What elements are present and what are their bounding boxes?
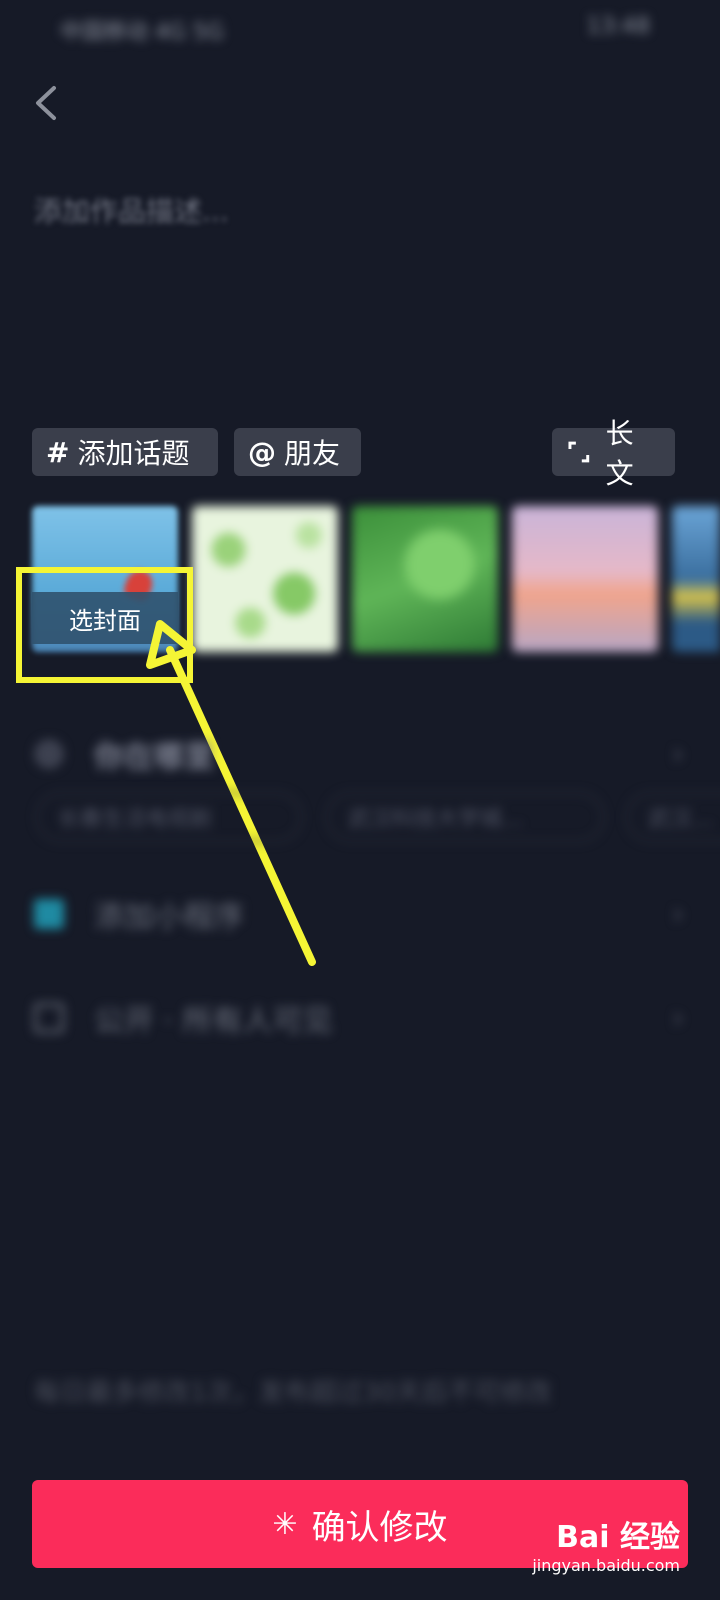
long-text-button[interactable]: 长文 <box>552 417 675 490</box>
media-thumbnail[interactable] <box>352 506 498 652</box>
mini-program-row[interactable]: 添加小程序 › <box>34 884 694 944</box>
baidu-watermark: Bai 经验 jingyan.baidu.com <box>532 1512 680 1575</box>
chevron-right-icon: › <box>672 736 684 772</box>
sparkle-icon: ✳ <box>272 1506 298 1542</box>
mini-program-icon <box>34 899 64 929</box>
watermark-logo: Bai 经验 <box>556 1520 680 1555</box>
privacy-row[interactable]: 公开 · 所有人可见 › <box>34 988 694 1048</box>
edit-limit-note: 每日最多修改1次，发布超过30天后不可修改 <box>34 1378 552 1408</box>
status-time: 13:48 <box>586 14 650 39</box>
media-thumbnail[interactable] <box>512 506 658 652</box>
confirm-edit-label: 确认修改 <box>311 1507 448 1548</box>
location-tag[interactable]: 武汉... <box>626 792 720 842</box>
watermark-url: jingyan.baidu.com <box>532 1556 680 1575</box>
media-thumbnail[interactable] <box>192 506 338 652</box>
expand-icon <box>568 441 590 463</box>
status-bar: 中国移动 4G 5G 13:48 <box>0 0 720 60</box>
mini-program-label: 添加小程序 <box>94 900 244 935</box>
location-row[interactable]: 你在哪里 › <box>34 724 694 784</box>
back-button[interactable] <box>28 78 68 128</box>
media-thumbnail[interactable] <box>672 506 720 652</box>
add-topic-button[interactable]: # 添加话题 <box>32 428 218 476</box>
location-tag[interactable]: 武汉科技大学城... <box>326 792 604 842</box>
chevron-left-icon <box>36 86 56 120</box>
long-text-label: 长文 <box>605 417 634 490</box>
add-topic-label: 添加话题 <box>77 437 190 470</box>
privacy-label: 公开 · 所有人可见 <box>94 1004 333 1039</box>
hash-icon: # <box>46 435 70 469</box>
chevron-right-icon: › <box>672 896 684 932</box>
mention-friends-button[interactable]: @ 朋友 <box>234 428 361 476</box>
highlight-box <box>16 567 193 683</box>
location-label: 你在哪里 <box>94 740 214 775</box>
mention-friends-label: 朋友 <box>284 437 341 470</box>
status-carrier: 中国移动 4G 5G <box>60 20 225 45</box>
at-icon: @ <box>248 435 276 469</box>
lock-icon <box>34 1003 64 1033</box>
description-input[interactable]: 添加作品描述... <box>34 190 229 230</box>
chevron-right-icon: › <box>672 1000 684 1036</box>
location-tag[interactable]: 长春生活电视剧 <box>36 792 302 842</box>
location-pin-icon <box>34 739 64 769</box>
